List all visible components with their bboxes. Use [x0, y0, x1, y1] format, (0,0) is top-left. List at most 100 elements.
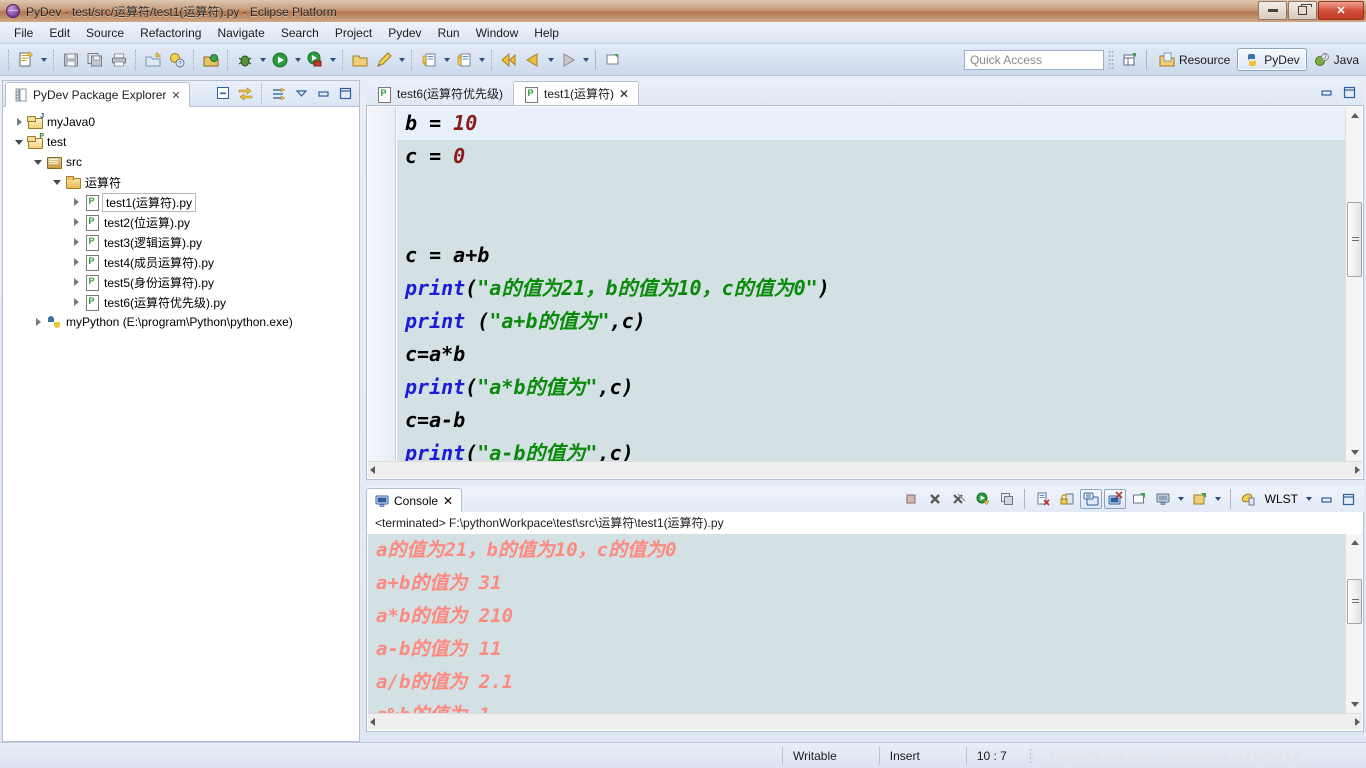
minimize-button[interactable]: [1258, 1, 1287, 20]
run-external-icon[interactable]: [304, 49, 326, 71]
twisty-collapsed-icon[interactable]: [68, 238, 84, 246]
scroll-left-arrow[interactable]: [370, 718, 375, 726]
scroll-down-arrow[interactable]: [1346, 444, 1363, 461]
editor-scroll-thumb[interactable]: [1347, 202, 1362, 277]
filter-icon[interactable]: [269, 84, 289, 104]
back-history-icon[interactable]: [522, 49, 544, 71]
twisty-collapsed-icon[interactable]: [11, 118, 27, 126]
menu-file[interactable]: File: [6, 24, 41, 42]
tree-item[interactable]: test1(运算符).py: [3, 192, 359, 212]
open-perspective-button[interactable]: [1119, 49, 1141, 71]
new-dropdown-arrow[interactable]: [38, 49, 49, 71]
menu-window[interactable]: Window: [468, 24, 527, 42]
forward-icon[interactable]: [557, 49, 579, 71]
copy-console-icon[interactable]: [996, 489, 1018, 509]
code-line[interactable]: c = a+b: [397, 239, 1345, 272]
minimize-view-icon[interactable]: [313, 84, 333, 104]
twisty-collapsed-icon[interactable]: [30, 318, 46, 326]
debug-icon[interactable]: [234, 49, 256, 71]
tree-item[interactable]: test2(位运算).py: [3, 212, 359, 232]
quick-access-input[interactable]: Quick Access: [963, 49, 1104, 70]
perspective-pydev[interactable]: PyDev: [1237, 48, 1307, 71]
scroll-down-arrow[interactable]: [1346, 696, 1363, 713]
twisty-expanded-icon[interactable]: [49, 179, 65, 185]
show-console-on-output-icon[interactable]: [1079, 489, 1102, 509]
close-icon[interactable]: ✕: [443, 494, 453, 508]
run-icon[interactable]: [269, 49, 291, 71]
back-icon[interactable]: [498, 49, 520, 71]
menu-edit[interactable]: Edit: [41, 24, 78, 42]
open-type-icon[interactable]: [200, 49, 222, 71]
tree-item[interactable]: Ptest: [3, 132, 359, 152]
twisty-collapsed-icon[interactable]: [68, 218, 84, 226]
close-icon[interactable]: ✕: [619, 87, 629, 101]
maximize-view-icon[interactable]: [1339, 82, 1359, 102]
remove-launch-icon[interactable]: [924, 489, 946, 509]
open-console-dropdown-arrow[interactable]: [1213, 488, 1224, 510]
print-icon[interactable]: [108, 49, 130, 71]
pin-editor-icon[interactable]: [602, 49, 624, 71]
tree-item[interactable]: JmyJava0: [3, 112, 359, 132]
tree-item[interactable]: test3(逻辑运算).py: [3, 232, 359, 252]
code-line[interactable]: c=a-b: [397, 404, 1345, 437]
twisty-collapsed-icon[interactable]: [68, 198, 84, 206]
tab-pydev-package-explorer[interactable]: PyDev Package Explorer ✕: [5, 82, 190, 107]
code-line[interactable]: c = 0: [397, 140, 1345, 173]
menu-project[interactable]: Project: [327, 24, 380, 42]
show-console-on-error-icon[interactable]: [1103, 489, 1126, 509]
pin-console-icon[interactable]: [1128, 489, 1150, 509]
code-line[interactable]: [397, 173, 1345, 206]
tree-item[interactable]: myPython (E:\program\Python\python.exe): [3, 312, 359, 332]
close-button[interactable]: ✕: [1318, 1, 1364, 20]
code-line[interactable]: [397, 206, 1345, 239]
editor-horizontal-scrollbar[interactable]: [368, 461, 1362, 478]
menu-run[interactable]: Run: [430, 24, 468, 42]
twisty-collapsed-icon[interactable]: [68, 298, 84, 306]
previous-annotation-icon[interactable]: [453, 49, 475, 71]
display-console-dropdown-arrow[interactable]: [1176, 488, 1187, 510]
scroll-right-arrow[interactable]: [1355, 718, 1360, 726]
new-icon[interactable]: [15, 49, 37, 71]
previous-annotation-dropdown-arrow[interactable]: [476, 49, 487, 71]
minimize-view-icon[interactable]: [1316, 489, 1336, 509]
debug-dropdown-arrow[interactable]: [257, 49, 268, 71]
perspective-resource[interactable]: Resource: [1152, 48, 1237, 71]
twisty-expanded-icon[interactable]: [11, 139, 27, 145]
pencil-icon[interactable]: [373, 49, 395, 71]
tree-item[interactable]: test5(身份运算符).py: [3, 272, 359, 292]
maximize-view-icon[interactable]: [335, 84, 355, 104]
code-line[interactable]: b = 10: [397, 107, 1345, 140]
collapse-all-icon[interactable]: [213, 84, 233, 104]
code-line[interactable]: print ("a+b的值为",c): [397, 305, 1345, 338]
code-line[interactable]: print("a的值为21，b的值为10，c的值为0"): [397, 272, 1345, 305]
remove-all-terminated-icon[interactable]: [948, 489, 970, 509]
save-icon[interactable]: [60, 49, 82, 71]
scroll-lock-icon[interactable]: [1056, 489, 1078, 509]
open-resource-icon[interactable]: [349, 49, 371, 71]
code-text-area[interactable]: b = 10 c = 0 c = a+b print("a的值为21，b的值为10，c…: [397, 107, 1345, 461]
next-annotation-icon[interactable]: [418, 49, 440, 71]
wlst-dropdown-arrow[interactable]: [1303, 488, 1314, 510]
menu-search[interactable]: Search: [273, 24, 327, 42]
display-selected-console-icon[interactable]: [1152, 489, 1174, 509]
editor-vertical-scrollbar[interactable]: [1345, 107, 1362, 461]
tree-item[interactable]: src: [3, 152, 359, 172]
tree-item[interactable]: test6(运算符优先级).py: [3, 292, 359, 312]
twisty-collapsed-icon[interactable]: [68, 258, 84, 266]
console-scroll-thumb[interactable]: [1347, 579, 1362, 624]
menu-help[interactable]: Help: [526, 24, 567, 42]
twisty-collapsed-icon[interactable]: [68, 278, 84, 286]
perspective-java[interactable]: J Java: [1307, 48, 1366, 71]
next-annotation-dropdown-arrow[interactable]: [441, 49, 452, 71]
clear-console-icon[interactable]: [1032, 489, 1054, 509]
wlst-icon[interactable]: [1238, 489, 1260, 509]
code-line[interactable]: print("a-b的值为",c): [397, 437, 1345, 461]
scroll-up-arrow[interactable]: [1346, 107, 1363, 124]
tree-item[interactable]: 运算符: [3, 172, 359, 192]
close-icon[interactable]: ✕: [171, 89, 180, 102]
scroll-right-arrow[interactable]: [1355, 466, 1360, 474]
tree-item[interactable]: test4(成员运算符).py: [3, 252, 359, 272]
maximize-button[interactable]: [1288, 1, 1317, 20]
new-folder-icon[interactable]: [142, 49, 164, 71]
menu-navigate[interactable]: Navigate: [209, 24, 272, 42]
